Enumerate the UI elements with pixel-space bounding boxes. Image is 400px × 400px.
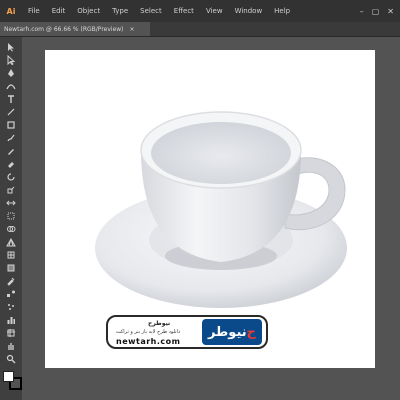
fill-stroke-swatches[interactable]	[3, 371, 22, 390]
line-tool-icon[interactable]	[4, 106, 18, 117]
zoom-tool-icon[interactable]	[4, 353, 18, 364]
app-logo[interactable]: Ai	[0, 0, 22, 22]
minimize-icon[interactable]: –	[360, 7, 364, 16]
rotate-tool-icon[interactable]	[4, 171, 18, 182]
hand-tool-icon[interactable]	[4, 340, 18, 351]
watermark-logo-accent: ح	[246, 324, 257, 340]
watermark-logo: نیوطر ح	[202, 319, 262, 345]
width-tool-icon[interactable]	[4, 197, 18, 208]
document-tab-title: Newtarh.com @ 66.66 % (RGB/Preview)	[4, 25, 124, 33]
artboard-tool-icon[interactable]	[4, 327, 18, 338]
eyedropper-tool-icon[interactable]	[4, 275, 18, 286]
scale-tool-icon[interactable]	[4, 184, 18, 195]
rectangle-tool-icon[interactable]	[4, 119, 18, 130]
menu-window[interactable]: Window	[229, 7, 269, 15]
type-tool-icon[interactable]	[4, 93, 18, 104]
direct-selection-tool-icon[interactable]	[4, 54, 18, 65]
menu-view[interactable]: View	[200, 7, 229, 15]
eraser-tool-icon[interactable]	[4, 158, 18, 169]
document-tab[interactable]: Newtarh.com @ 66.66 % (RGB/Preview) ×	[0, 22, 150, 36]
menu-effect[interactable]: Effect	[168, 7, 200, 15]
shape-builder-tool-icon[interactable]	[4, 223, 18, 234]
column-graph-tool-icon[interactable]	[4, 314, 18, 325]
cup-liquid	[151, 122, 291, 184]
watermark-subtitle: دانلود طرح لایه باز بنر و تراکت	[116, 329, 181, 335]
document-tab-bar: Newtarh.com @ 66.66 % (RGB/Preview) ×	[0, 22, 400, 37]
tab-close-icon[interactable]: ×	[130, 26, 135, 33]
selection-tool-icon[interactable]	[4, 41, 18, 52]
watermark-url: newtarh.com	[116, 337, 181, 346]
menu-edit[interactable]: Edit	[46, 7, 72, 15]
tools-panel	[0, 37, 23, 400]
curvature-tool-icon[interactable]	[4, 80, 18, 91]
menu-bar: Ai File Edit Object Type Select Effect V…	[0, 0, 400, 22]
pen-tool-icon[interactable]	[4, 67, 18, 78]
menu-object[interactable]: Object	[71, 7, 106, 15]
watermark-title: نیوطرح	[148, 320, 171, 327]
mesh-tool-icon[interactable]	[4, 249, 18, 260]
window-controls: – ▢ ✕	[360, 7, 400, 16]
perspective-grid-tool-icon[interactable]	[4, 236, 18, 247]
site-watermark: نیوطر ح نیوطرح دانلود طرح لایه باز بنر و …	[106, 315, 268, 349]
paintbrush-tool-icon[interactable]	[4, 132, 18, 143]
menu-file[interactable]: File	[22, 7, 46, 15]
menu-help[interactable]: Help	[268, 7, 296, 15]
gradient-tool-icon[interactable]	[4, 262, 18, 273]
blend-tool-icon[interactable]	[4, 288, 18, 299]
menu-select[interactable]: Select	[134, 7, 168, 15]
maximize-icon[interactable]: ▢	[372, 7, 380, 16]
menu-type[interactable]: Type	[106, 7, 134, 15]
pencil-tool-icon[interactable]	[4, 145, 18, 156]
free-transform-tool-icon[interactable]	[4, 210, 18, 221]
watermark-logo-main: نیوطر	[207, 324, 247, 340]
symbol-sprayer-tool-icon[interactable]	[4, 301, 18, 312]
close-icon[interactable]: ✕	[387, 7, 394, 16]
fill-swatch[interactable]	[3, 371, 14, 382]
